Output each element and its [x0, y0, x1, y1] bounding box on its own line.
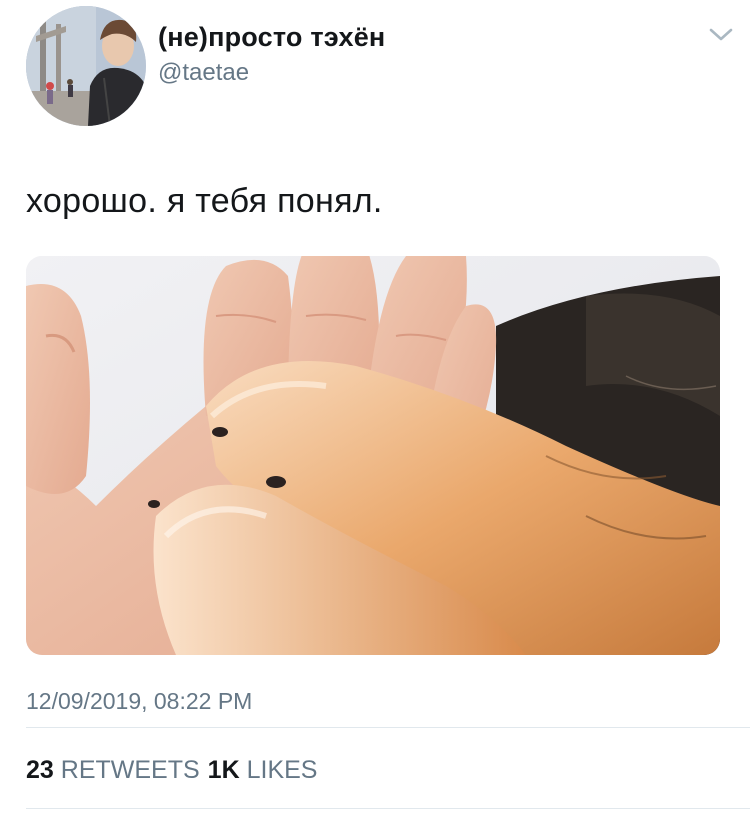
- likes-stat[interactable]: 1K LIKES: [208, 756, 318, 784]
- tweet-card: (не)просто тэхён @taetae хорошо. я тебя …: [0, 0, 750, 836]
- likes-label: LIKES: [246, 756, 318, 784]
- author-info[interactable]: (не)просто тэхён @taetae: [158, 22, 385, 87]
- chevron-down-icon[interactable]: [706, 22, 736, 46]
- retweets-count: 23: [26, 756, 54, 784]
- hand-and-dog-paws-photo-icon: [26, 256, 720, 655]
- divider: [26, 808, 750, 809]
- likes-count: 1K: [207, 756, 240, 784]
- tweet-text: хорошо. я тебя понял.: [26, 182, 383, 220]
- retweets-stat[interactable]: 23 RETWEETS: [26, 756, 200, 784]
- tweet-timestamp[interactable]: 12/09/2019, 08:22 PM: [26, 688, 252, 715]
- retweets-label: RETWEETS: [60, 756, 200, 784]
- divider: [26, 727, 750, 728]
- username-handle[interactable]: @taetae: [158, 59, 385, 87]
- avatar[interactable]: [26, 6, 146, 126]
- display-name[interactable]: (не)просто тэхён: [158, 22, 385, 53]
- tweet-media-image[interactable]: [26, 256, 720, 655]
- profile-photo-icon: [26, 6, 146, 126]
- tweet-stats: 23 RETWEETS 1K LIKES: [26, 756, 317, 785]
